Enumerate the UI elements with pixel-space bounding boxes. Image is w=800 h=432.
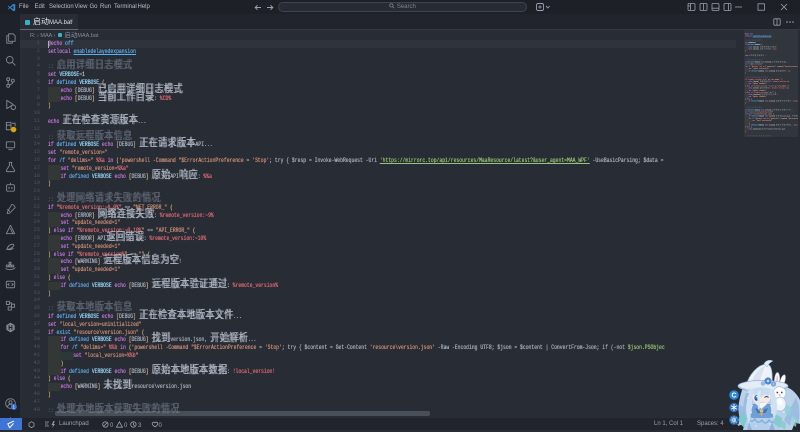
svg-text:0: 0	[110, 423, 114, 428]
svg-text:3: 3	[138, 423, 142, 428]
svg-text:0: 0	[124, 423, 128, 428]
svg-text:0: 0	[159, 423, 163, 428]
svg-text:C: C	[731, 393, 736, 400]
